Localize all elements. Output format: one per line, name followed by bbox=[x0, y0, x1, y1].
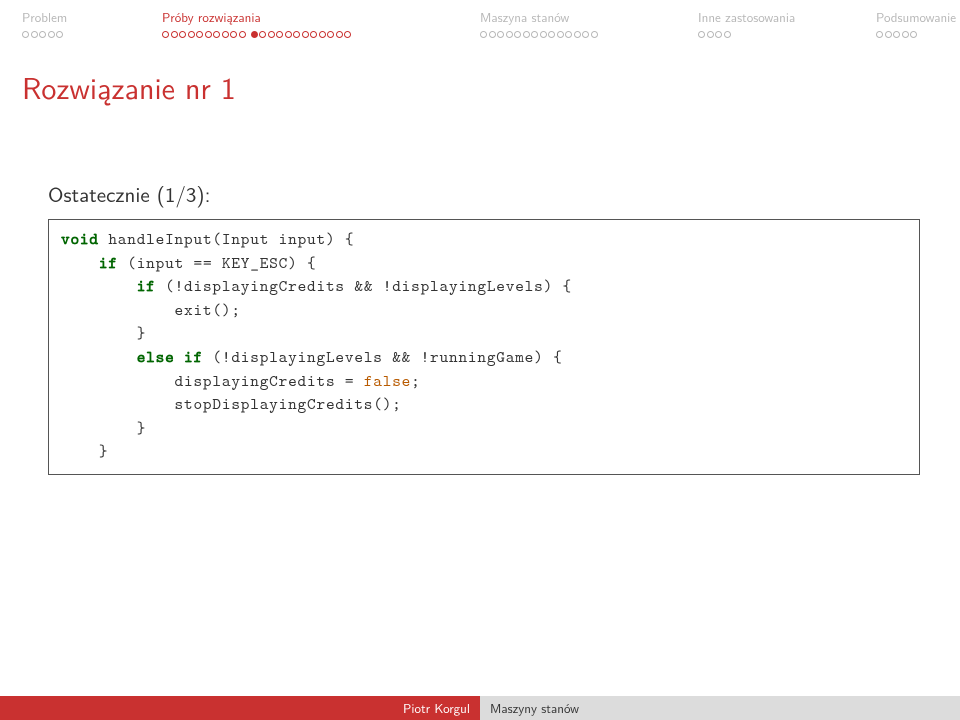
nav-label: Maszyna stanów bbox=[480, 8, 670, 27]
progress-dot bbox=[310, 31, 317, 38]
progress-dot bbox=[179, 31, 186, 38]
progress-dot bbox=[268, 31, 275, 38]
progress-dot bbox=[506, 31, 513, 38]
progress-dot bbox=[582, 31, 589, 38]
progress-dot bbox=[885, 31, 892, 38]
progress-dot bbox=[565, 31, 572, 38]
progress-dot bbox=[480, 31, 487, 38]
nav-label: Inne zastosowania bbox=[698, 8, 848, 27]
progress-dot bbox=[893, 31, 900, 38]
progress-dot bbox=[319, 31, 326, 38]
progress-dot bbox=[285, 31, 292, 38]
footer-author: Piotr Korgul bbox=[0, 696, 480, 720]
progress-dot bbox=[213, 31, 220, 38]
progress-dot bbox=[188, 31, 195, 38]
progress-dot bbox=[196, 31, 203, 38]
progress-dot bbox=[39, 31, 46, 38]
progress-dot bbox=[302, 31, 309, 38]
progress-dot bbox=[724, 31, 731, 38]
progress-dot bbox=[910, 31, 917, 38]
progress-dot bbox=[876, 31, 883, 38]
progress-dot bbox=[548, 31, 555, 38]
progress-dot bbox=[276, 31, 283, 38]
nav-label: Próby rozwiązania bbox=[162, 8, 452, 27]
progress-dot bbox=[293, 31, 300, 38]
progress-dot bbox=[540, 31, 547, 38]
progress-dot bbox=[222, 31, 229, 38]
progress-dot bbox=[239, 31, 246, 38]
progress-dot bbox=[574, 31, 581, 38]
slide-title: Rozwiązanie nr 1 bbox=[22, 65, 960, 109]
progress-dot bbox=[531, 31, 538, 38]
progress-dot bbox=[715, 31, 722, 38]
progress-dot bbox=[336, 31, 343, 38]
progress-dot bbox=[259, 31, 266, 38]
nav-section[interactable]: Inne zastosowania bbox=[698, 8, 848, 39]
nav-sections: Problem Próby rozwiązania Maszyna stanów In… bbox=[0, 0, 960, 39]
nav-section[interactable]: Maszyna stanów bbox=[480, 8, 670, 39]
progress-dot bbox=[344, 31, 351, 38]
progress-dot bbox=[31, 31, 38, 38]
progress-dot bbox=[557, 31, 564, 38]
nav-progress-dots bbox=[480, 29, 670, 39]
footer-title: Maszyny stanów bbox=[480, 696, 960, 720]
progress-dot bbox=[205, 31, 212, 38]
nav-label: Problem bbox=[22, 8, 134, 27]
code-block: void handleInput(Input input) { if (inpu… bbox=[48, 219, 920, 475]
progress-dot bbox=[489, 31, 496, 38]
nav-progress-dots bbox=[698, 29, 848, 39]
progress-dot bbox=[698, 31, 705, 38]
nav-progress-dots bbox=[22, 29, 134, 39]
progress-dot bbox=[591, 31, 598, 38]
progress-dot bbox=[523, 31, 530, 38]
slide-subtitle: Ostatecznie (1/3): bbox=[48, 179, 960, 209]
nav-progress-dots bbox=[162, 29, 452, 39]
progress-dot bbox=[171, 31, 178, 38]
nav-section[interactable]: Próby rozwiązania bbox=[162, 8, 452, 39]
progress-dot bbox=[48, 31, 55, 38]
progress-dot bbox=[251, 31, 258, 38]
progress-dot bbox=[56, 31, 63, 38]
progress-dot bbox=[902, 31, 909, 38]
progress-dot bbox=[22, 31, 29, 38]
nav-section[interactable]: Problem bbox=[22, 8, 134, 39]
progress-dot bbox=[514, 31, 521, 38]
progress-dot bbox=[327, 31, 334, 38]
progress-dot bbox=[162, 31, 169, 38]
progress-dot bbox=[707, 31, 714, 38]
progress-dot bbox=[497, 31, 504, 38]
progress-dot bbox=[230, 31, 237, 38]
footer: Piotr Korgul Maszyny stanów bbox=[0, 696, 960, 720]
